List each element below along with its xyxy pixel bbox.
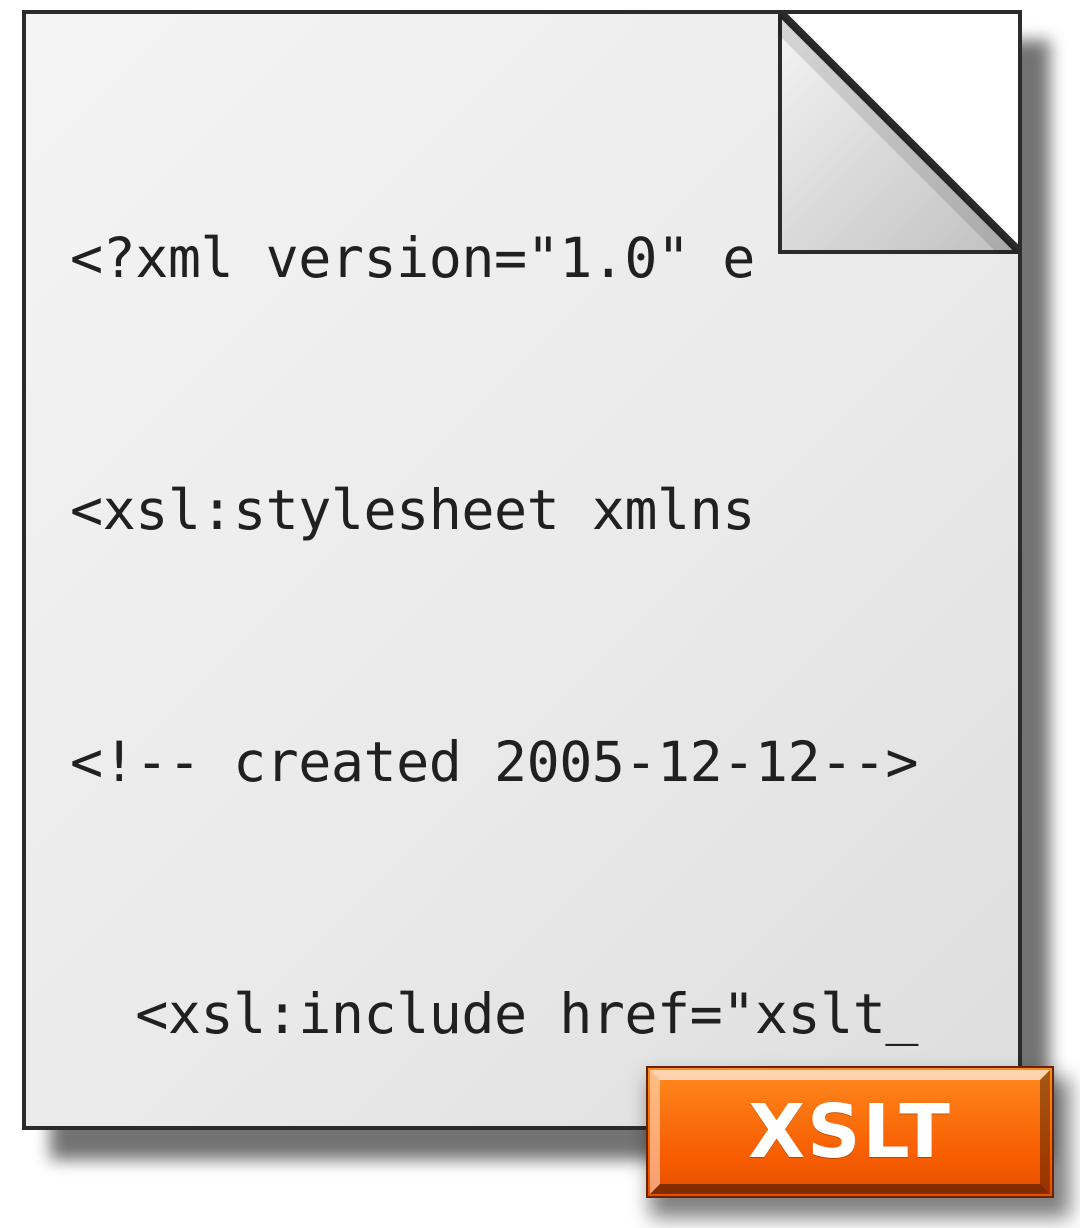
code-line: <xsl:stylesheet xmlns [70, 468, 998, 552]
document-page: <?xml version="1.0" e <xsl:stylesheet xm… [22, 10, 1022, 1130]
code-line: <xsl:include href="xslt_ [70, 972, 998, 1056]
file-type-label: XSLT [748, 1089, 952, 1175]
code-line: <!-- created 2005-12-12--> [70, 720, 998, 804]
file-type-badge: XSLT [646, 1066, 1054, 1198]
code-block: <?xml version="1.0" e <xsl:stylesheet xm… [70, 48, 998, 1130]
code-line: <?xml version="1.0" e [70, 216, 998, 300]
xslt-file-icon: <?xml version="1.0" e <xsl:stylesheet xm… [0, 0, 1080, 1228]
